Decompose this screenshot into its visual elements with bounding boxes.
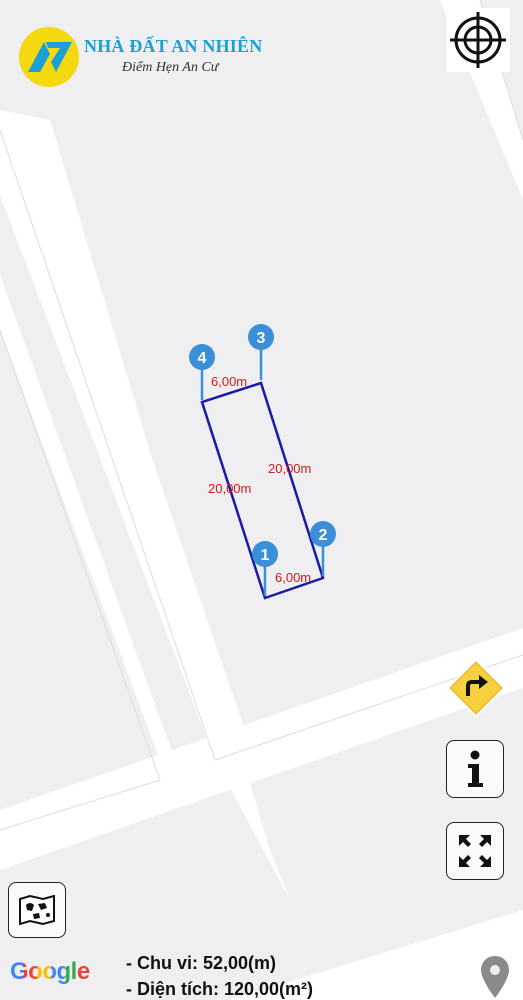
map-canvas[interactable]: 6,00m 6,00m 20,00m 20,00m 1 2 3 4 <box>0 0 523 1000</box>
marker-label-1: 1 <box>261 547 270 564</box>
edge-label-left: 20,00m <box>208 481 251 496</box>
location-pin-button[interactable] <box>478 954 512 1000</box>
locate-button[interactable] <box>446 8 510 72</box>
info-icon <box>468 750 483 787</box>
expand-icon <box>459 835 491 867</box>
turn-right-sign-icon <box>445 657 507 719</box>
marker-label-3: 3 <box>257 330 266 347</box>
map-icon <box>19 895 55 925</box>
perimeter-text: - Chu vi: 52,00(m) <box>126 953 277 973</box>
edge-label-right: 20,00m <box>268 461 311 476</box>
edge-label-top: 6,00m <box>211 374 247 389</box>
google-text: Google <box>10 958 90 985</box>
area-text: - Diện tích: 120,00(m²) <box>126 979 314 999</box>
logo-triangle-icon <box>19 27 79 87</box>
brand-slogan: Điểm Hẹn An Cư <box>122 60 219 75</box>
directions-button[interactable] <box>445 657 507 719</box>
brand-logo: NHÀ ĐẤT AN NHIÊN Điểm Hẹn An Cư <box>18 26 278 87</box>
info-button[interactable] <box>446 740 504 798</box>
brand-name: NHÀ ĐẤT AN NHIÊN <box>84 36 263 56</box>
location-pin-icon <box>481 956 509 998</box>
edge-label-bottom: 6,00m <box>275 570 311 585</box>
map-layers-button[interactable] <box>8 882 66 938</box>
marker-label-4: 4 <box>198 350 207 367</box>
marker-label-2: 2 <box>319 527 328 544</box>
google-watermark: Google <box>10 958 90 986</box>
crosshair-icon <box>450 12 506 68</box>
fullscreen-button[interactable] <box>446 822 504 880</box>
